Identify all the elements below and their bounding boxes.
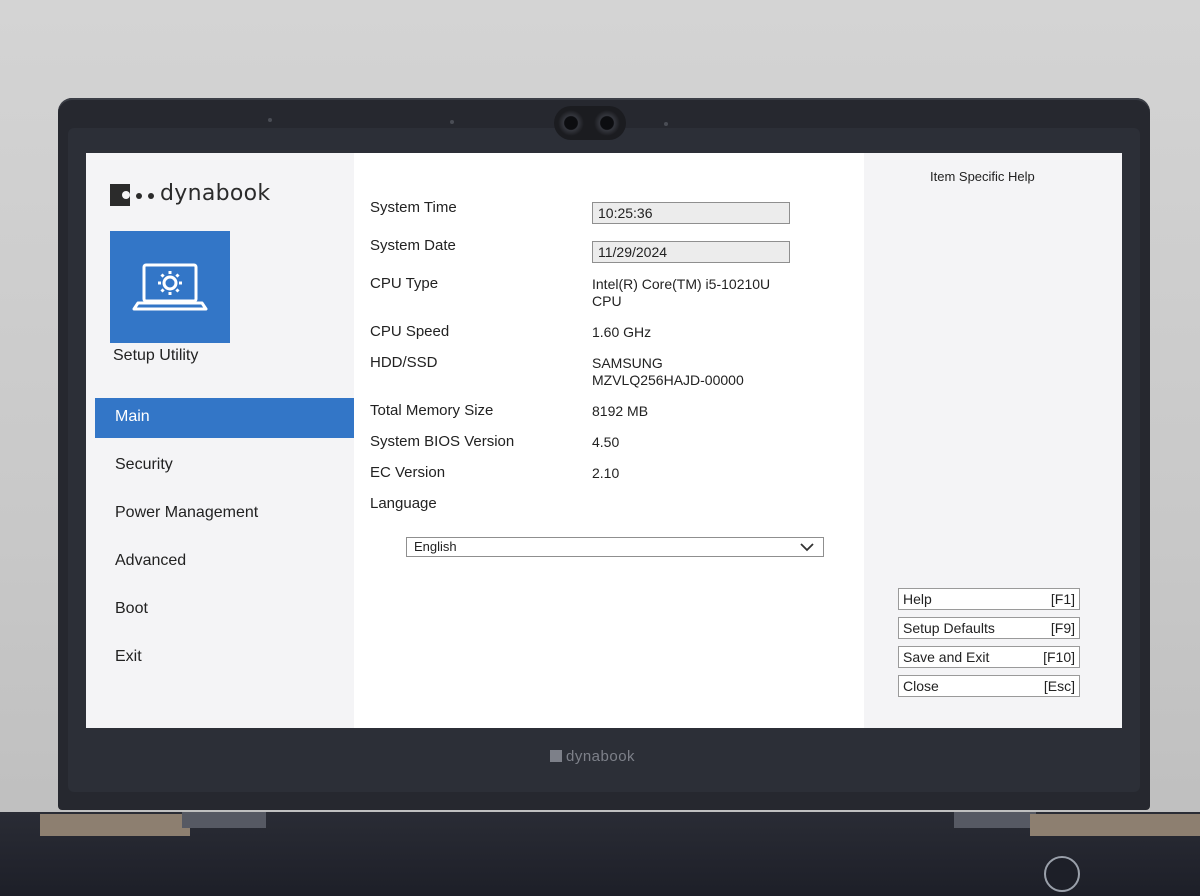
brand-dot-icon: [148, 193, 154, 199]
brand-dot-icon: [136, 193, 142, 199]
total-memory-label: Total Memory Size: [370, 402, 494, 419]
total-memory-value: 8192 MB: [592, 403, 649, 419]
close-button[interactable]: Close [Esc]: [898, 675, 1080, 697]
sidebar-item-main[interactable]: Main: [95, 398, 354, 438]
sidebar-item-power-management[interactable]: Power Management: [95, 494, 354, 534]
system-time-label: System Time: [370, 199, 457, 216]
camera-lens: [558, 110, 584, 136]
setup-utility-tile: [110, 231, 230, 343]
bezel-logo-mark-icon: [550, 750, 562, 762]
sidebar-item-label: Main: [115, 408, 150, 425]
cpu-type-line: CPU: [592, 293, 622, 309]
main-panel: System Time 10:25:36 System Date 11/29/2…: [354, 153, 864, 728]
sensor-dot: [664, 122, 668, 126]
sidebar-item-label: Security: [115, 456, 173, 473]
sidebar-item-label: Exit: [115, 648, 142, 665]
key-shortcut: [Esc]: [1043, 678, 1075, 694]
hinge-left: [182, 812, 266, 828]
cpu-type-value: Intel(R) Core(TM) i5-10210U CPU: [592, 276, 770, 310]
sensor-dot: [268, 118, 272, 122]
chevron-down-icon: [800, 543, 814, 552]
hinge-right: [954, 812, 1036, 828]
sidebar: dynabook Setup Utility Main Security Pow…: [86, 153, 354, 728]
system-time-field[interactable]: 10:25:36: [592, 202, 790, 224]
setup-defaults-button[interactable]: Setup Defaults [F9]: [898, 617, 1080, 639]
help-button[interactable]: Help [F1]: [898, 588, 1080, 610]
bios-version-label: System BIOS Version: [370, 433, 515, 450]
key-label: Setup Defaults: [903, 620, 995, 636]
brand-name: dynabook: [160, 181, 271, 206]
language-selected-value: English: [414, 539, 457, 554]
key-shortcut: [F9]: [1050, 620, 1075, 636]
cpu-speed-value: 1.60 GHz: [592, 324, 652, 340]
brand-mark-icon: [110, 184, 130, 206]
cpu-speed-label: CPU Speed: [370, 323, 450, 340]
setup-utility-label: Setup Utility: [113, 347, 199, 364]
settings-laptop-icon: [132, 263, 208, 311]
hdd-ssd-line: SAMSUNG: [592, 355, 663, 371]
bezel-logo-text: dynabook: [566, 748, 636, 765]
hdd-ssd-line: MZVLQ256HAJD-00000: [592, 372, 744, 388]
sidebar-item-security[interactable]: Security: [95, 446, 354, 486]
ec-version-value: 2.10: [592, 465, 620, 481]
system-date-field[interactable]: 11/29/2024: [592, 241, 790, 263]
help-title: Item Specific Help: [930, 169, 1035, 184]
hdd-ssd-label: HDD/SSD: [370, 354, 438, 371]
ec-version-label: EC Version: [370, 464, 446, 481]
key-label: Save and Exit: [903, 649, 990, 665]
cpu-type-line: Intel(R) Core(TM) i5-10210U: [592, 276, 771, 292]
sidebar-item-boot[interactable]: Boot: [95, 590, 354, 630]
key-shortcut: [F1]: [1050, 591, 1075, 607]
bios-screen: dynabook Setup Utility Main Security Pow…: [86, 153, 1122, 728]
key-label: Close: [903, 678, 939, 694]
hdd-ssd-value: SAMSUNG MZVLQ256HAJD-00000: [592, 355, 744, 389]
sensor-dot: [450, 120, 454, 124]
hinge-right-trim: [1030, 814, 1200, 836]
key-shortcut: [F10]: [1043, 649, 1075, 665]
sidebar-item-label: Boot: [115, 600, 148, 617]
sidebar-item-label: Advanced: [115, 552, 187, 569]
power-icon[interactable]: [1044, 856, 1080, 892]
webcam-icon: [554, 106, 626, 140]
language-label: Language: [370, 495, 437, 512]
key-label: Help: [903, 591, 932, 607]
cpu-type-label: CPU Type: [370, 275, 439, 292]
bios-version-value: 4.50: [592, 434, 620, 450]
save-and-exit-button[interactable]: Save and Exit [F10]: [898, 646, 1080, 668]
hinge-left-trim: [40, 814, 190, 836]
help-panel: Item Specific Help Help [F1] Setup Defau…: [864, 153, 1122, 728]
sidebar-item-exit[interactable]: Exit: [95, 638, 354, 678]
sidebar-item-advanced[interactable]: Advanced: [95, 542, 354, 582]
bezel-logo: dynabook: [550, 748, 635, 765]
system-date-label: System Date: [370, 237, 456, 254]
language-select[interactable]: English: [406, 537, 824, 557]
camera-lens: [594, 110, 620, 136]
sidebar-item-label: Power Management: [115, 504, 259, 521]
